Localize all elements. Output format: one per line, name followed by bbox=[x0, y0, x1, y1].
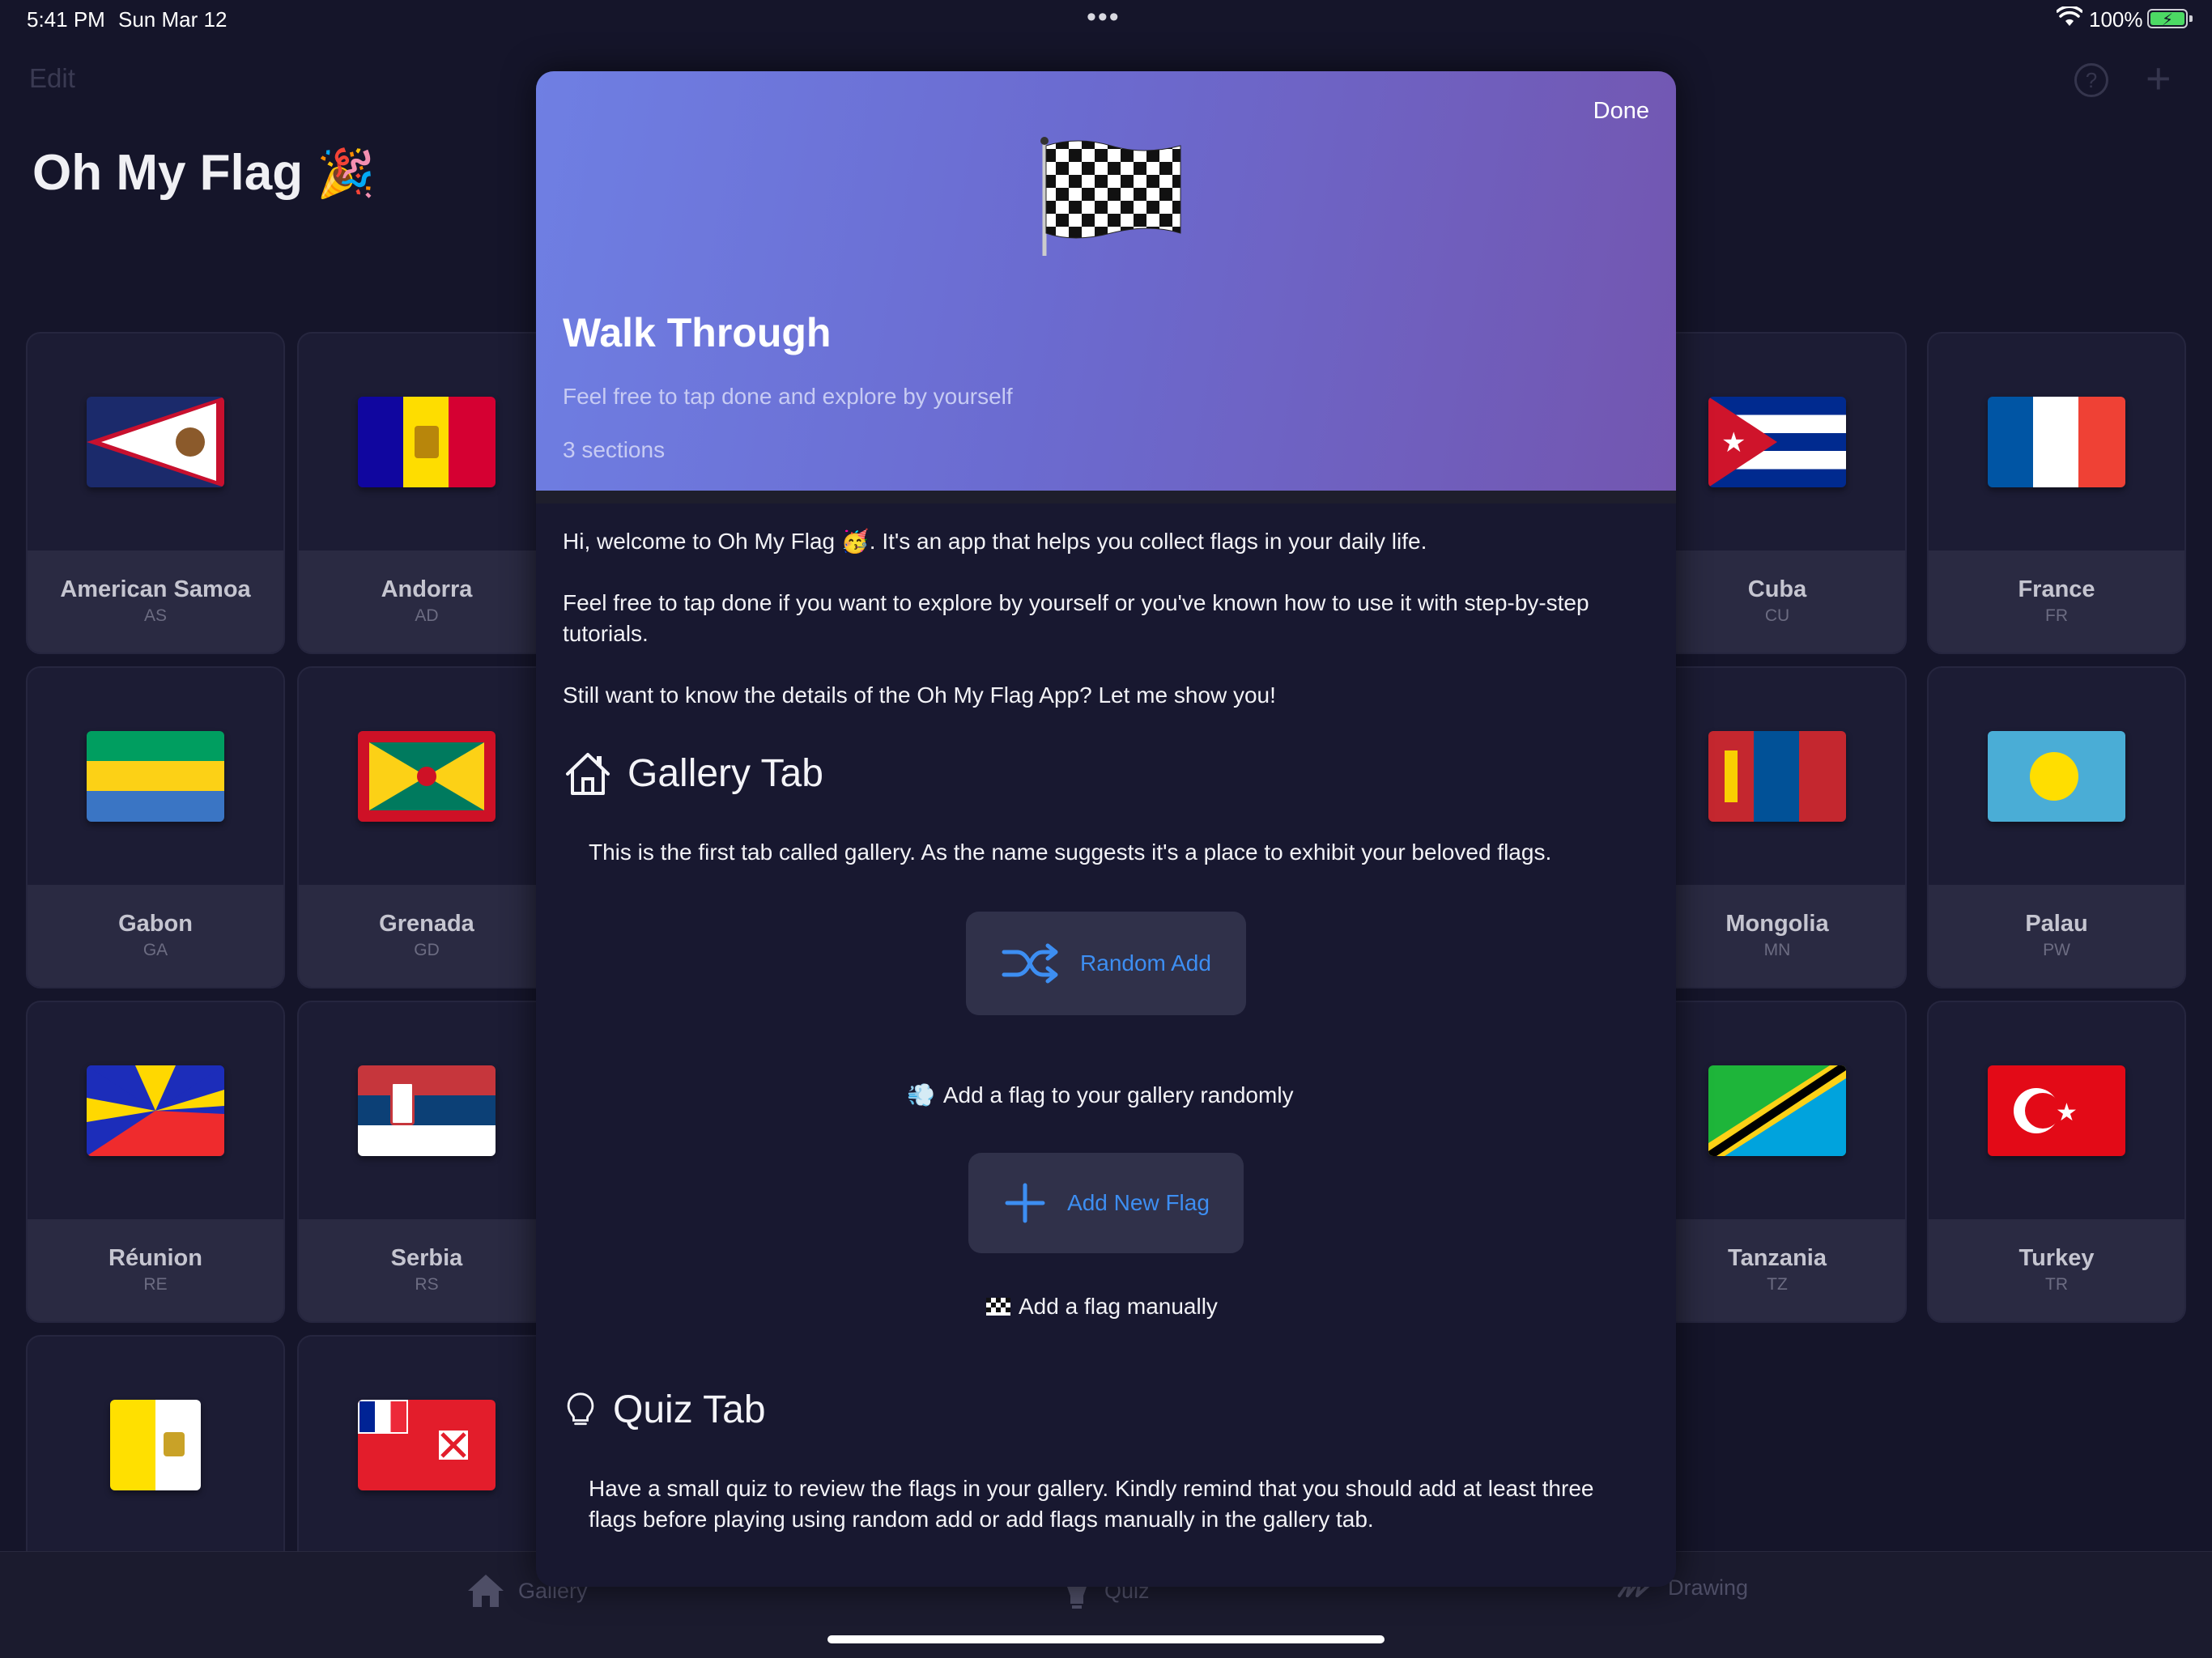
flag-code: FR bbox=[2045, 606, 2068, 625]
intro-paragraph-2: Feel free to tap done if you want to exp… bbox=[563, 590, 1589, 646]
france-flag-icon bbox=[1988, 397, 2125, 487]
flag-code: RE bbox=[143, 1275, 168, 1294]
add-new-flag-label: Add New Flag bbox=[1067, 1190, 1210, 1215]
checkered-flag-icon bbox=[986, 1298, 1010, 1316]
intro-paragraph-1: Hi, welcome to Oh My Flag 🥳. It's an app… bbox=[563, 529, 1427, 554]
flag-card[interactable]: Andorra AD bbox=[297, 332, 556, 654]
plus-icon bbox=[1005, 1183, 1045, 1223]
flag-card[interactable]: Réunion RE bbox=[26, 1001, 285, 1323]
flag-code: AD bbox=[415, 606, 439, 625]
flag-card[interactable]: France FR bbox=[1927, 332, 2186, 654]
help-icon[interactable]: ? bbox=[2074, 63, 2108, 97]
gallery-description: This is the first tab called gallery. As… bbox=[589, 840, 1552, 865]
svg-text:★: ★ bbox=[2056, 1099, 2078, 1126]
cuba-flag-icon: ★ bbox=[1708, 397, 1846, 487]
flag-card[interactable]: ★ Turkey TR bbox=[1927, 1001, 2186, 1323]
app-title: Oh My Flag 🎉 bbox=[32, 144, 376, 202]
grenada-flag-icon bbox=[358, 731, 496, 822]
gallery-section-heading: Gallery Tab bbox=[563, 748, 823, 798]
dash-cloud-icon: 💨 bbox=[907, 1082, 935, 1107]
lightbulb-icon bbox=[567, 1392, 594, 1426]
status-date: Sun Mar 12 bbox=[118, 7, 228, 32]
andorra-flag-icon bbox=[358, 397, 496, 487]
palau-flag-icon bbox=[1988, 731, 2125, 822]
flag-code: RS bbox=[415, 1275, 439, 1294]
flag-name: American Samoa bbox=[60, 576, 251, 602]
flag-card[interactable]: Grenada GD bbox=[297, 666, 556, 988]
add-new-flag-caption: Add a flag manually bbox=[986, 1294, 1218, 1320]
flag-name: Turkey bbox=[2018, 1245, 2095, 1271]
serbia-flag-icon bbox=[358, 1065, 496, 1156]
vatican-flag-icon bbox=[110, 1400, 201, 1490]
status-bar: 5:41 PM Sun Mar 12 ••• 100% ⚡ bbox=[0, 0, 2212, 39]
flag-name: Cuba bbox=[1747, 576, 1807, 602]
wifi-icon bbox=[2057, 6, 2082, 26]
flag-name: Gabon bbox=[118, 911, 193, 937]
flag-card[interactable]: ★ Cuba CU bbox=[1648, 332, 1907, 654]
tanzania-flag-icon bbox=[1708, 1065, 1846, 1156]
flag-card[interactable]: Gabon GA bbox=[26, 666, 285, 988]
tab-label: Drawing bbox=[1668, 1575, 1749, 1600]
section-title: Quiz Tab bbox=[613, 1388, 766, 1431]
random-add-button[interactable]: Random Add bbox=[966, 912, 1246, 1015]
flag-name: Andorra bbox=[381, 576, 473, 602]
flag-code: GD bbox=[414, 941, 440, 959]
flag-card[interactable]: American Samoa AS bbox=[26, 332, 285, 654]
house-icon bbox=[566, 753, 610, 795]
app-title-text: Oh My Flag bbox=[32, 145, 304, 201]
add-new-flag-button[interactable]: Add New Flag bbox=[968, 1153, 1244, 1253]
multitasking-dots-icon[interactable]: ••• bbox=[1087, 2, 1121, 33]
flag-code: CU bbox=[1764, 606, 1790, 625]
flag-name: Tanzania bbox=[1728, 1245, 1827, 1271]
flag-code: MN bbox=[1763, 941, 1791, 959]
party-popper-icon: 🎉 bbox=[317, 147, 376, 200]
random-add-label: Random Add bbox=[1080, 950, 1211, 976]
sections-count: 3 sections bbox=[563, 437, 666, 462]
flag-code: TZ bbox=[1767, 1275, 1788, 1294]
svg-text:★: ★ bbox=[1721, 427, 1746, 458]
american-samoa-flag-icon bbox=[87, 397, 224, 487]
flag-card[interactable]: Mongolia MN bbox=[1648, 666, 1907, 988]
flag-code: PW bbox=[2043, 941, 2070, 959]
flag-code: GA bbox=[143, 941, 168, 959]
flag-card[interactable]: Palau PW bbox=[1927, 666, 2186, 988]
sheet-header: Done Walk Through Feel free to tap done … bbox=[536, 71, 1676, 491]
flag-name: Palau bbox=[2025, 911, 2088, 937]
flag-name: Serbia bbox=[390, 1245, 463, 1271]
add-icon[interactable]: + bbox=[2146, 57, 2172, 100]
battery-icon: ⚡ bbox=[2147, 9, 2193, 29]
quiz-section-heading: Quiz Tab bbox=[563, 1384, 766, 1435]
section-title: Gallery Tab bbox=[627, 751, 823, 795]
random-add-caption: 💨 Add a flag to your gallery randomly bbox=[907, 1082, 1294, 1108]
flag-card[interactable]: Tanzania TZ bbox=[1648, 1001, 1907, 1323]
header-divider bbox=[536, 491, 1676, 504]
done-button[interactable]: Done bbox=[1593, 98, 1649, 125]
turkey-flag-icon: ★ bbox=[1988, 1065, 2125, 1156]
mongolia-flag-icon bbox=[1708, 731, 1846, 822]
wallis-futuna-flag-icon bbox=[358, 1400, 496, 1490]
gabon-flag-icon bbox=[87, 731, 224, 822]
battery-percent: 100% bbox=[2089, 7, 2143, 32]
status-time: 5:41 PM bbox=[27, 7, 105, 32]
partying-face-icon: 🥳 bbox=[840, 529, 870, 554]
shuffle-icon bbox=[1002, 943, 1058, 984]
checkered-flag-icon bbox=[1040, 137, 1181, 256]
flag-name: France bbox=[2018, 576, 2095, 602]
quiz-description: Have a small quiz to review the flags in… bbox=[589, 1476, 1594, 1532]
intro-paragraph-3: Still want to know the details of the Oh… bbox=[563, 682, 1276, 708]
flag-code: AS bbox=[143, 606, 167, 625]
flag-code: TR bbox=[2045, 1275, 2068, 1294]
house-icon bbox=[468, 1575, 504, 1607]
reunion-flag-icon bbox=[87, 1065, 224, 1156]
home-indicator[interactable] bbox=[827, 1635, 1385, 1643]
flag-card[interactable]: Serbia RS bbox=[297, 1001, 556, 1323]
sheet-subtitle: Feel free to tap done and explore by you… bbox=[563, 384, 1013, 409]
flag-name: Grenada bbox=[379, 911, 474, 937]
flag-name: Mongolia bbox=[1725, 911, 1829, 937]
flag-name: Réunion bbox=[108, 1245, 202, 1271]
sheet-title: Walk Through bbox=[563, 310, 832, 355]
nav-edit-button[interactable]: Edit bbox=[29, 63, 75, 94]
walkthrough-sheet: Done Walk Through Feel free to tap done … bbox=[536, 71, 1676, 1587]
